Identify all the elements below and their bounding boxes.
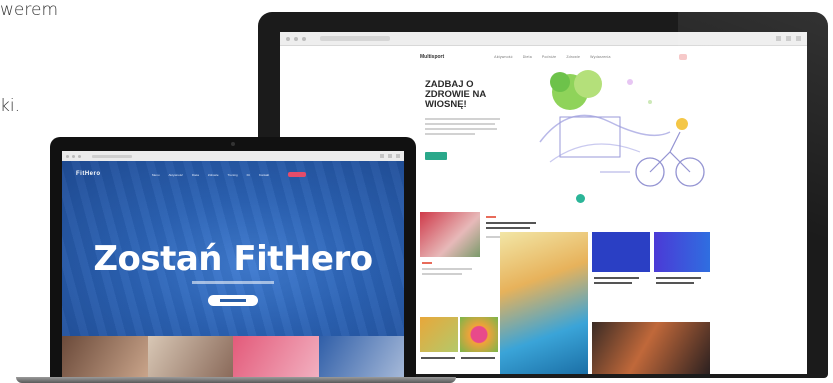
laptop-browser-toolbar (62, 151, 404, 161)
window-controls (380, 154, 400, 158)
menu-item[interactable]: Dieta (192, 173, 199, 177)
nav-item[interactable]: Aktywność (494, 55, 513, 59)
monitor-hero-button[interactable] (425, 152, 447, 160)
laptop-hero-headline: Zostań FitHero (93, 239, 373, 279)
laptop-screen: FitHero Menu Aktywność Dieta Zdrowie Tre… (62, 151, 404, 377)
article-card[interactable] (460, 317, 498, 374)
laptop-site-logo[interactable]: FitHero (76, 171, 101, 177)
monitor-hero-title: ZADBAJ O ZDROWIE NA WIOSNĘ! (425, 79, 486, 110)
menu-item[interactable]: Fit (247, 173, 250, 177)
laptop-hero: FitHero Menu Aktywność Dieta Zdrowie Tre… (62, 161, 404, 336)
window-control-icon[interactable] (396, 154, 400, 158)
browser-forward-icon[interactable] (294, 36, 298, 41)
menu-item[interactable]: Trening (228, 173, 238, 177)
browser-back-icon[interactable] (66, 154, 69, 158)
browser-reload-icon[interactable] (302, 36, 306, 41)
menu-item[interactable]: Kontakt (259, 173, 269, 177)
monitor-browser-toolbar (280, 32, 807, 46)
nav-item[interactable]: Dieta (523, 55, 532, 59)
photo-tile[interactable] (318, 336, 404, 377)
photo-tile[interactable] (62, 336, 148, 377)
window-control-icon[interactable] (380, 154, 384, 158)
window-control-icon[interactable] (786, 36, 791, 41)
menu-item[interactable]: Aktywność (169, 173, 183, 177)
window-controls (776, 36, 801, 41)
photo-tile[interactable] (233, 336, 319, 377)
laptop-photo-strip (62, 336, 404, 377)
window-control-icon[interactable] (776, 36, 781, 41)
menu-highlight-button[interactable] (288, 172, 306, 177)
article-card[interactable] (420, 317, 458, 374)
article-card[interactable] (592, 232, 650, 302)
nav-item[interactable]: Podróże (542, 55, 556, 59)
webcam-icon (231, 142, 235, 146)
page-text-fragment-middle: ki. (0, 96, 20, 116)
address-bar[interactable] (92, 154, 132, 158)
laptop-base (16, 377, 456, 383)
heart-icon[interactable] (679, 54, 687, 60)
article-card[interactable] (420, 212, 480, 287)
monitor-article-grid (420, 212, 710, 374)
menu-item[interactable]: Zdrowie (208, 173, 219, 177)
browser-back-icon[interactable] (286, 36, 290, 41)
address-bar[interactable] (320, 36, 390, 41)
laptop-site-menu: Menu Aktywność Dieta Zdrowie Trening Fit… (152, 173, 269, 177)
browser-forward-icon[interactable] (72, 154, 75, 158)
window-control-icon[interactable] (388, 154, 392, 158)
article-card-featured[interactable] (500, 232, 588, 374)
article-card[interactable] (654, 232, 710, 302)
nav-item[interactable]: Wydarzenia (590, 55, 610, 59)
monitor-hero-paragraph (425, 118, 500, 138)
photo-tile[interactable] (147, 336, 233, 377)
laptop-hero-button[interactable] (208, 295, 258, 306)
laptop-hero-subtitle (192, 281, 274, 284)
laptop: FitHero Menu Aktywność Dieta Zdrowie Tre… (50, 137, 416, 377)
spring-illustration (539, 70, 705, 187)
browser-reload-icon[interactable] (78, 154, 81, 158)
monitor-site-logo[interactable]: Multisport (420, 54, 444, 60)
page-text-fragment-top: werem (0, 0, 58, 20)
scroll-down-button[interactable] (576, 194, 585, 203)
article-card[interactable] (592, 322, 710, 374)
menu-item[interactable]: Menu (152, 173, 160, 177)
nav-item[interactable]: Zdrowie (566, 55, 580, 59)
window-control-icon[interactable] (796, 36, 801, 41)
